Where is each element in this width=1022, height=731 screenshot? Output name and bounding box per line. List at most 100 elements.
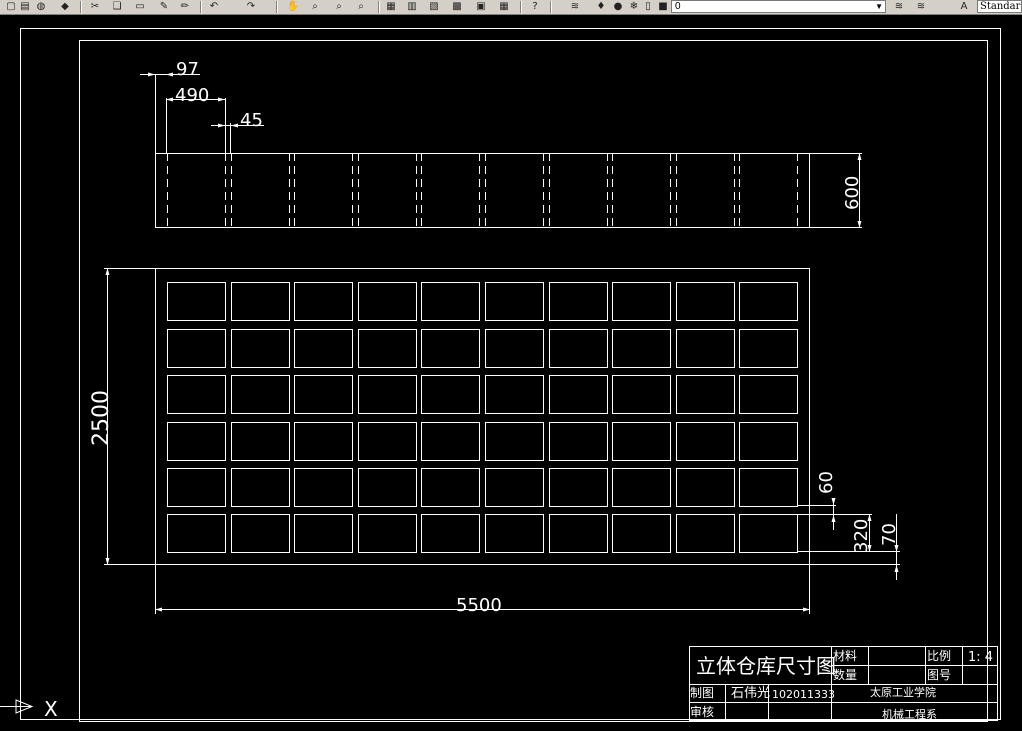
storage-cell — [358, 329, 417, 368]
chevron-down-icon[interactable]: ▼ — [875, 1, 883, 12]
scale-label: 比例 — [927, 649, 951, 663]
storage-cell — [612, 375, 671, 414]
plot-icon[interactable]: ◆ — [58, 1, 72, 13]
dim-text-70: 70 — [879, 523, 900, 546]
layer-dropdown[interactable]: 0 ▼ — [671, 0, 886, 13]
storage-cell — [676, 468, 735, 507]
undo-icon[interactable]: ↶ — [207, 1, 221, 13]
new-icon[interactable]: ▢ — [4, 1, 18, 13]
storage-cell — [549, 514, 608, 553]
storage-cell — [612, 282, 671, 321]
calculator-icon[interactable]: ▦ — [497, 1, 511, 13]
layer-value: 0 — [675, 1, 681, 12]
storage-cell — [421, 468, 480, 507]
storage-cell — [676, 375, 735, 414]
properties-icon[interactable]: ▦ — [384, 1, 398, 13]
dim-text-60: 60 — [816, 471, 837, 494]
storage-cell — [549, 375, 608, 414]
storage-cell — [421, 282, 480, 321]
toolbar-separator — [378, 1, 380, 13]
storage-cell — [676, 514, 735, 553]
storage-cell — [167, 375, 226, 414]
storage-cell — [231, 375, 290, 414]
zoom-previous-icon[interactable]: ⌕ — [354, 1, 368, 13]
storage-cell — [231, 329, 290, 368]
zoom-window-icon[interactable]: ⌕ — [332, 1, 346, 13]
storage-cell — [485, 514, 544, 553]
storage-cell-grid — [167, 282, 798, 553]
freeze-icon[interactable]: ❄ — [627, 1, 641, 13]
sun-icon[interactable]: ● — [611, 1, 625, 13]
storage-cell — [421, 514, 480, 553]
lock-icon[interactable]: ▯ — [641, 1, 655, 13]
color-swatch-icon[interactable]: ■ — [656, 1, 670, 13]
storage-cell — [612, 329, 671, 368]
paste-icon[interactable]: ▭ — [133, 1, 147, 13]
dim-text-5500: 5500 — [456, 595, 502, 616]
brush-icon[interactable]: ✏ — [178, 1, 192, 13]
drafter-label: 制图 — [690, 686, 714, 700]
text-style-value: Standard — [980, 1, 1021, 12]
drawing-canvas[interactable]: 97 490 45 600 2500 5500 60 320 70 立体仓库尺寸… — [0, 14, 1022, 731]
save-icon[interactable]: ◍ — [34, 1, 48, 13]
storage-cell — [167, 422, 226, 461]
storage-cell — [358, 514, 417, 553]
dim-text-320: 320 — [851, 519, 872, 553]
storage-cell — [294, 468, 353, 507]
design-center-icon[interactable]: ▥ — [405, 1, 419, 13]
storage-cell — [358, 468, 417, 507]
storage-cell — [739, 329, 798, 368]
storage-cell — [612, 422, 671, 461]
storage-cell — [485, 375, 544, 414]
toolbar-separator — [276, 1, 278, 13]
open-icon[interactable]: ▤ — [18, 1, 32, 13]
storage-cell — [485, 422, 544, 461]
redo-icon[interactable]: ↷ — [244, 1, 258, 13]
ucs-icon — [0, 699, 34, 714]
ucs-x-label: X — [44, 697, 58, 721]
tool-palette-icon[interactable]: ▧ — [427, 1, 441, 13]
copy-icon[interactable]: ❏ — [110, 1, 124, 13]
storage-cell — [421, 375, 480, 414]
toolbar-separator — [200, 1, 202, 13]
zoom-realtime-icon[interactable]: ⌕ — [308, 1, 322, 13]
storage-cell — [485, 282, 544, 321]
storage-cell — [231, 514, 290, 553]
sheet-set-icon[interactable]: ▩ — [450, 1, 464, 13]
storage-cell — [421, 422, 480, 461]
markup-icon[interactable]: ▣ — [474, 1, 488, 13]
lightbulb-icon[interactable]: ♦ — [594, 1, 608, 13]
text-style-icon[interactable]: A — [957, 1, 971, 13]
sheet-outer-border — [20, 28, 1001, 720]
text-style-dropdown[interactable]: Standard — [977, 0, 1022, 13]
storage-cell — [549, 422, 608, 461]
storage-cell — [739, 375, 798, 414]
storage-cell — [612, 468, 671, 507]
layer-manager-icon[interactable]: ≋ — [568, 1, 582, 13]
cut-icon[interactable]: ✂ — [88, 1, 102, 13]
storage-cell — [294, 514, 353, 553]
dim-text-97: 97 — [176, 59, 199, 80]
layer-states-icon[interactable]: ≋ — [914, 1, 928, 13]
match-properties-icon[interactable]: ✎ — [157, 1, 171, 13]
scale-value: 1: 4 — [968, 650, 993, 665]
storage-cell — [676, 329, 735, 368]
toolbar-separator — [80, 1, 82, 13]
storage-cell — [294, 375, 353, 414]
storage-cell — [167, 282, 226, 321]
help-icon[interactable]: ? — [528, 1, 542, 13]
pan-icon[interactable]: ✋ — [286, 1, 300, 13]
quantity-label: 数量 — [833, 667, 857, 682]
toolbar-separator — [550, 1, 552, 13]
storage-cell — [676, 282, 735, 321]
dim-text-600: 600 — [842, 176, 863, 210]
side-view-posts — [167, 153, 798, 228]
material-label: 材料 — [833, 649, 857, 663]
sheet-inner-border — [79, 40, 988, 722]
storage-cell — [549, 329, 608, 368]
storage-cell — [294, 422, 353, 461]
storage-cell — [358, 282, 417, 321]
layer-previous-icon[interactable]: ≋ — [892, 1, 906, 13]
storage-cell — [485, 329, 544, 368]
school-name: 太原工业学院 — [870, 685, 936, 699]
